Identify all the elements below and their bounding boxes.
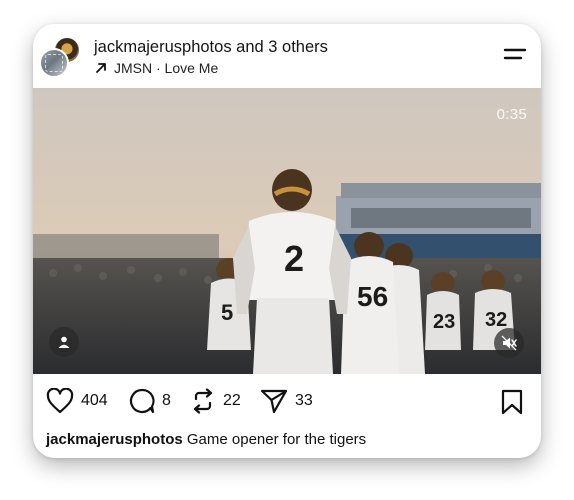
jersey-number: 56 <box>357 281 388 312</box>
muted-speaker-icon <box>501 335 517 351</box>
video-player[interactable]: 2 56 5 23 32 0:35 <box>33 88 541 374</box>
arrow-up-right-icon <box>96 63 106 73</box>
menu-icon[interactable] <box>503 46 527 62</box>
jersey-number: 5 <box>221 300 233 325</box>
user-tag-icon <box>58 336 70 348</box>
audio-attribution[interactable]: JMSN · Love Me <box>94 60 218 76</box>
post-actions: 404 8 22 33 <box>33 374 541 428</box>
tagged-users-button[interactable] <box>49 327 79 357</box>
comment-count: 8 <box>162 392 171 409</box>
like-button[interactable]: 404 <box>46 388 108 414</box>
caption-text: Game opener for the tigers <box>186 431 367 448</box>
audio-label: JMSN · Love Me <box>114 60 219 76</box>
post-header: jackmajerusphotos and 3 others JMSN · Lo… <box>33 24 541 88</box>
like-count: 404 <box>81 392 108 409</box>
bookmark-icon[interactable] <box>500 389 524 415</box>
mute-toggle-button[interactable] <box>494 328 524 358</box>
video-duration: 0:35 <box>496 106 527 123</box>
share-button[interactable]: 33 <box>260 388 313 414</box>
post-caption: jackmajerusphotos Game opener for the ti… <box>46 431 366 448</box>
comment-icon <box>129 388 155 414</box>
caption-username[interactable]: jackmajerusphotos <box>46 431 183 448</box>
jersey-number: 23 <box>433 311 455 333</box>
share-icon <box>260 389 288 414</box>
collab-avatars[interactable] <box>39 36 81 78</box>
repost-count: 22 <box>223 392 241 409</box>
repost-button[interactable]: 22 <box>190 388 241 414</box>
avatar[interactable] <box>39 48 69 78</box>
post-card: jackmajerusphotos and 3 others JMSN · Lo… <box>33 24 541 458</box>
repost-icon <box>193 388 213 414</box>
share-count: 33 <box>295 392 313 409</box>
author-line[interactable]: jackmajerusphotos and 3 others <box>94 38 328 57</box>
comment-button[interactable]: 8 <box>129 388 171 414</box>
football-players-video-frame: 2 56 5 23 32 <box>33 88 541 374</box>
jersey-number: 2 <box>284 238 304 279</box>
heart-icon <box>46 388 74 414</box>
